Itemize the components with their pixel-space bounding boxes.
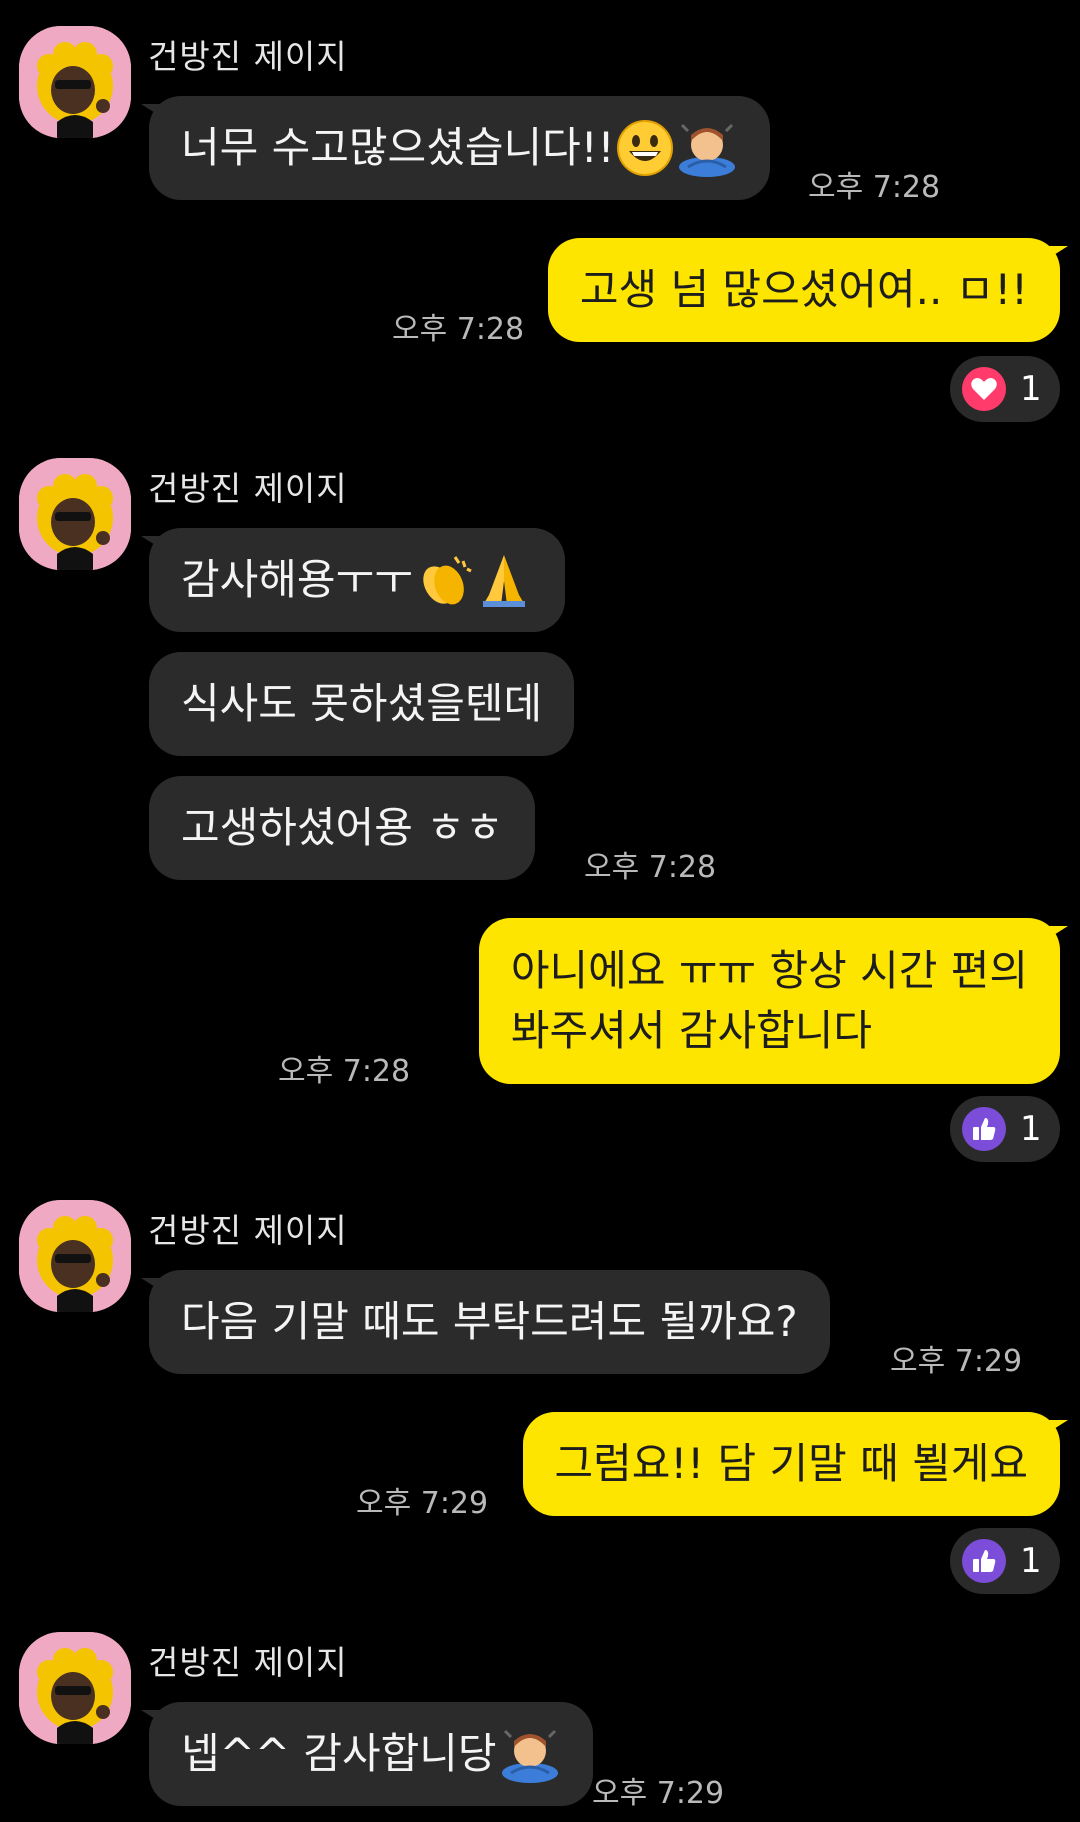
message-bubble[interactable]: 다음 기말 때도 부탁드려도 될까요? [141, 1270, 830, 1374]
reaction-badge[interactable]: 1 [950, 1528, 1060, 1594]
message-text: 감사해용ㅜㅜ [181, 555, 413, 604]
avatar[interactable] [19, 1632, 131, 1744]
message-time: 오후 7:29 [356, 1486, 489, 1521]
message-text: 그럼요!! 담 기말 때 뵐게요 [554, 1439, 1028, 1488]
thumbs-up-icon [962, 1107, 1006, 1151]
reaction-badge[interactable]: 1 [950, 356, 1060, 422]
message-text-line-1: 아니에요 ㅠㅠ 항상 시간 편의 [510, 946, 1028, 995]
folded-hands-icon [475, 551, 533, 609]
avatar[interactable] [19, 26, 131, 138]
person-bowing-icon [676, 119, 738, 177]
character-avatar-icon [19, 26, 131, 138]
message-bubble[interactable]: 고생하셨어용 ㅎㅎ [149, 776, 536, 880]
message-time: 오후 7:29 [890, 1344, 1023, 1379]
reaction-badge[interactable]: 1 [950, 1096, 1060, 1162]
avatar[interactable] [19, 458, 131, 570]
message-bubble[interactable]: 그럼요!! 담 기말 때 뵐게요 [522, 1412, 1069, 1516]
message-text: 식사도 못하셨을텐데 [181, 679, 543, 728]
sender-name: 건방진 제이지 [148, 37, 348, 76]
chat-window: 건방진 제이지 너무 수고많으셨습니다!! 오후 7:28 고생 넘 많으셨어여… [0, 0, 1080, 1822]
message-bubble[interactable]: 아니에요 ㅠㅠ 항상 시간 편의 봐주셔서 감사합니다 [478, 918, 1069, 1084]
sender-name: 건방진 제이지 [148, 469, 348, 508]
message-bubble[interactable]: 식사도 못하셨을텐데 [149, 652, 575, 756]
message-text: 다음 기말 때도 부탁드려도 될까요? [181, 1297, 798, 1346]
message-time: 오후 7:29 [592, 1776, 725, 1811]
message-bubble[interactable]: 고생 넘 많으셨어여.. ㅁ!! [547, 238, 1069, 342]
character-avatar-icon [19, 1200, 131, 1312]
message-text-line-2: 봐주셔서 감사합니다 [510, 1006, 873, 1055]
reaction-count: 1 [1020, 1109, 1042, 1149]
message-text: 고생 넘 많으셨어여.. ㅁ!! [579, 265, 1028, 314]
message-time: 오후 7:28 [392, 312, 525, 347]
message-time: 오후 7:28 [808, 170, 941, 205]
heart-icon [962, 367, 1006, 411]
sender-name: 건방진 제이지 [148, 1643, 348, 1682]
grinning-face-icon [616, 119, 674, 177]
sender-name: 건방진 제이지 [148, 1211, 348, 1250]
message-bubble[interactable]: 넵^^ 감사합니당 [141, 1702, 593, 1806]
reaction-count: 1 [1020, 369, 1042, 409]
character-avatar-icon [19, 1632, 131, 1744]
thumbs-up-icon [962, 1539, 1006, 1583]
character-avatar-icon [19, 458, 131, 570]
message-bubble[interactable]: 감사해용ㅜㅜ [141, 528, 565, 632]
avatar[interactable] [19, 1200, 131, 1312]
message-bubble[interactable]: 너무 수고많으셨습니다!! [140, 96, 771, 200]
reaction-count: 1 [1020, 1541, 1042, 1581]
person-bowing-icon [499, 1725, 561, 1783]
clapping-hands-icon [415, 551, 473, 609]
message-time: 오후 7:28 [584, 850, 717, 885]
message-text: 너무 수고많으셨습니다!! [181, 123, 615, 172]
message-text: 넵^^ 감사합니당 [181, 1729, 497, 1778]
message-text: 고생하셨어용 ㅎㅎ [181, 803, 504, 852]
message-time: 오후 7:28 [278, 1054, 411, 1089]
